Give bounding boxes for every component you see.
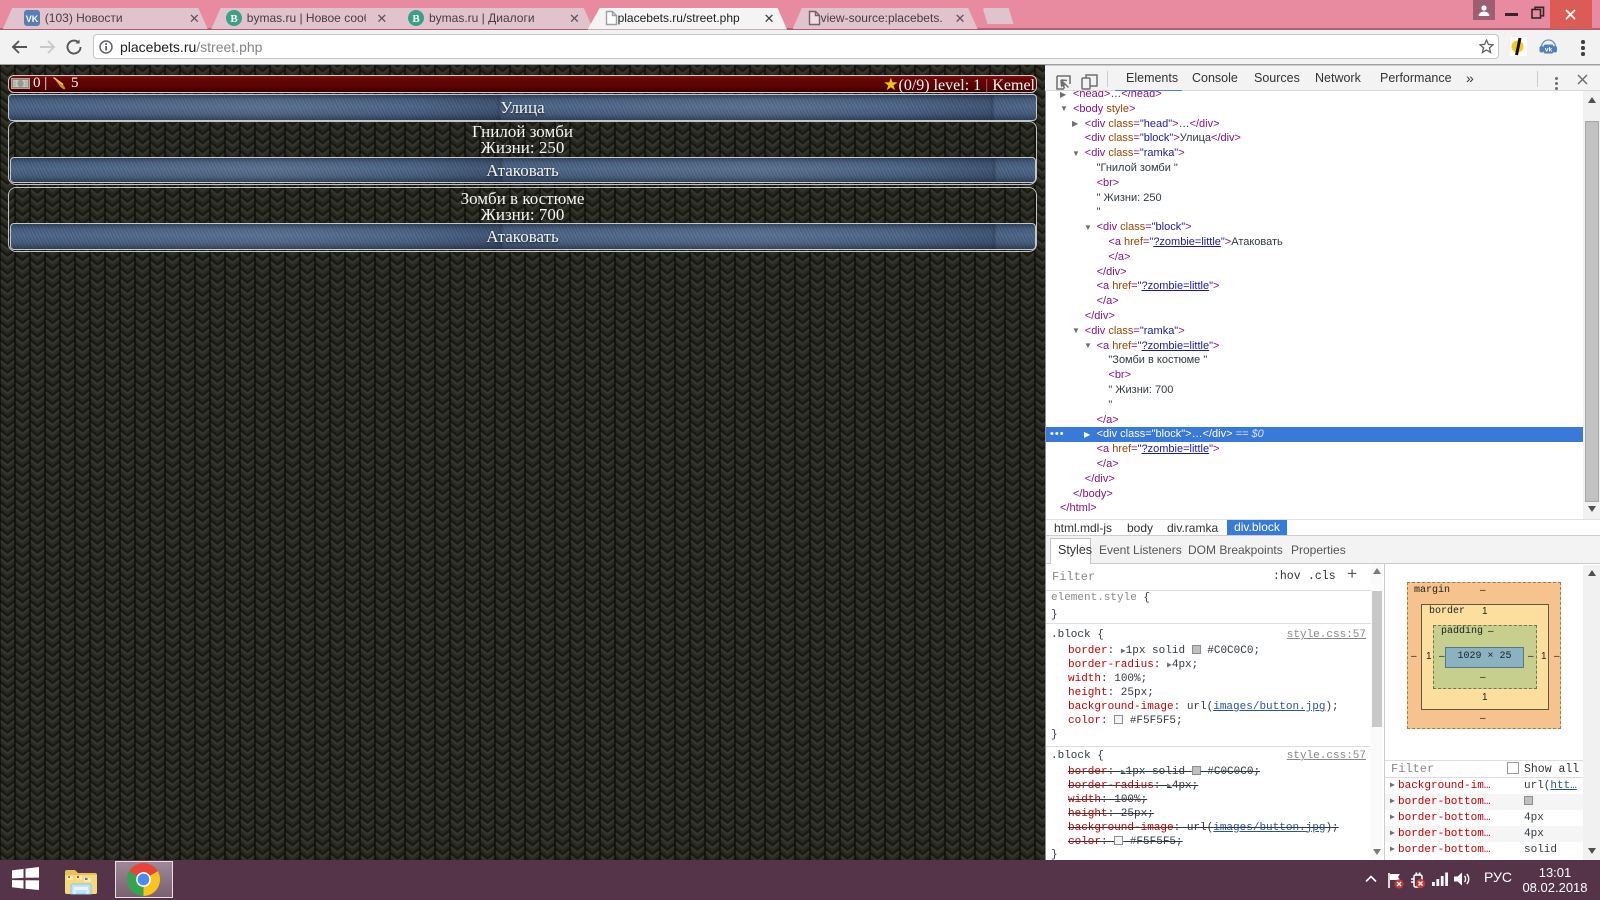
svg-text:B: B	[231, 13, 239, 25]
svg-text:VK: VK	[26, 14, 39, 24]
svg-text:vk: vk	[1545, 47, 1553, 54]
svg-text:B: B	[412, 13, 420, 25]
